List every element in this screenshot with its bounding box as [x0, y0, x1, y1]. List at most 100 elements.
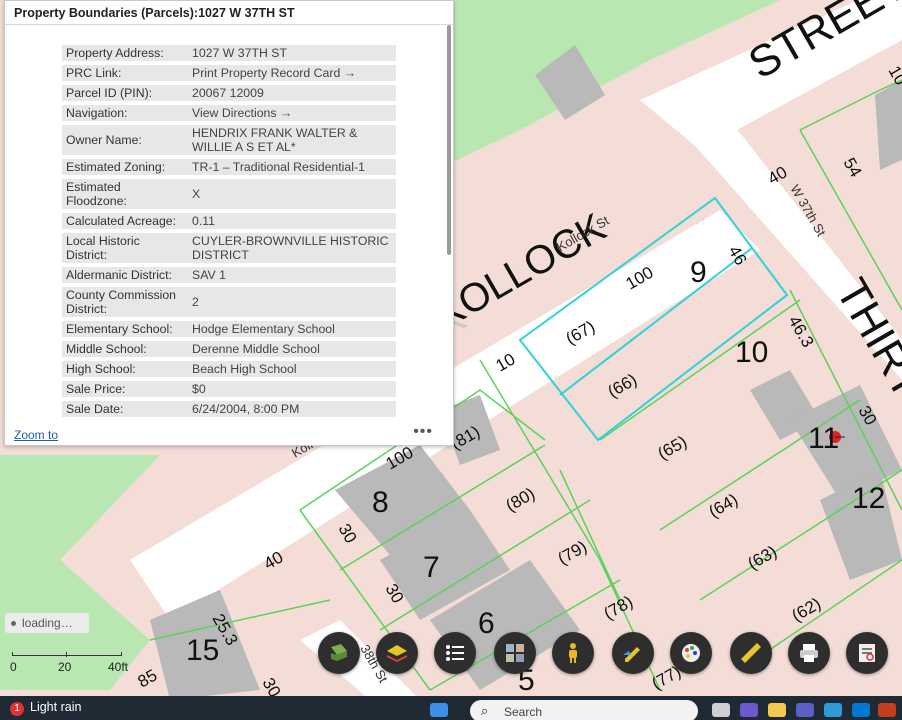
scale-tick — [66, 652, 67, 657]
loading-text: loading… — [22, 616, 73, 630]
attribute-label: Estimated Floodzone: — [62, 179, 188, 209]
attribute-value: 6/24/2004, 8:00 PM — [188, 401, 396, 417]
taskbar: 1 Light rain ⌕ Search — [0, 696, 902, 720]
lot-number: 15 — [186, 634, 219, 667]
file-explorer-icon[interactable] — [768, 703, 786, 717]
outlook-icon[interactable] — [852, 703, 870, 717]
popup-title: Property Boundaries (Parcels):1027 W 37T… — [5, 1, 453, 25]
attribute-value: Hodge Elementary School — [188, 321, 396, 337]
attribute-row: Elementary School: Hodge Elementary Schoo… — [62, 321, 396, 337]
lot-number: 8 — [372, 486, 389, 519]
attribute-label: Navigation: — [62, 105, 188, 121]
widgets-icon — [506, 644, 524, 662]
basemap-button[interactable] — [318, 632, 360, 674]
attribute-row: Estimated Zoning: TR-1 – Traditional Resi… — [62, 159, 396, 175]
attribute-link[interactable]: TR-1 – Traditional Residential-1 — [188, 159, 396, 175]
print-icon — [800, 644, 818, 662]
basemap-icon — [331, 644, 347, 661]
attribute-link[interactable]: CUYLER-BROWNVILLE HISTORIC DISTRICT — [188, 233, 396, 263]
start-icon[interactable] — [430, 703, 448, 717]
attribute-label: Parcel ID (PIN): — [62, 85, 188, 101]
measure-icon — [741, 643, 761, 663]
layers-icon — [387, 645, 407, 662]
popup-body: Property Address: 1027 W 37TH ST PRC Link:… — [5, 25, 445, 427]
attribute-label: Property Address: — [62, 45, 188, 61]
attribute-label: County Commission District: — [62, 287, 188, 317]
loading-dot-icon — [11, 621, 16, 627]
weather-widget[interactable]: 1 Light rain — [10, 700, 81, 716]
attribute-row: PRC Link: Print Property Record Card → — [62, 65, 396, 81]
scale-line — [12, 652, 122, 656]
report-icon — [859, 644, 875, 662]
office-icon[interactable] — [878, 703, 896, 717]
task-view-icon[interactable] — [712, 703, 730, 717]
attribute-link[interactable]: 20067 12009 — [188, 85, 396, 101]
popup-footer: Zoom to ••• — [5, 423, 453, 445]
popup-scrollbar[interactable] — [447, 25, 451, 255]
attribute-label: Calculated Acreage: — [62, 213, 188, 229]
scale-label: 0 — [10, 660, 17, 674]
attribute-label: Middle School: — [62, 341, 188, 357]
weather-text: Light rain — [30, 700, 82, 714]
attribute-row: Sale Price: $0 — [62, 381, 396, 397]
attribute-row: County Commission District: 2 — [62, 287, 396, 317]
edge-icon[interactable] — [824, 703, 842, 717]
attribute-label: Sale Date: — [62, 401, 188, 417]
attribute-row: Middle School: Derenne Middle School — [62, 341, 396, 357]
attribute-link[interactable]: Print Property Record Card → — [188, 65, 396, 81]
attribute-label: Owner Name: — [62, 125, 188, 155]
zoom-to-link[interactable]: Zoom to — [14, 428, 58, 442]
palette-icon — [682, 644, 700, 662]
attribute-row: Owner Name: HENDRIX FRANK WALTER & WILLIE… — [62, 125, 396, 155]
legend-icon — [446, 645, 464, 661]
attribute-label: PRC Link: — [62, 65, 188, 81]
lot-number: 7 — [423, 551, 440, 584]
scale-label: 40ft — [108, 660, 129, 674]
print-button[interactable] — [788, 632, 830, 674]
attribute-row: Aldermanic District: SAV 1 — [62, 267, 396, 283]
attribute-link[interactable]: X — [188, 179, 396, 209]
attribute-row: Calculated Acreage: 0.11 — [62, 213, 396, 229]
attribute-link[interactable]: SAV 1 — [188, 267, 396, 283]
attribute-label: Estimated Zoning: — [62, 159, 188, 175]
lot-number: 12 — [852, 482, 885, 515]
lot-number: 9 — [690, 256, 707, 289]
attribute-row: Navigation: View Directions → — [62, 105, 396, 121]
scale-label: 20 — [58, 660, 72, 674]
copilot-icon[interactable] — [740, 703, 758, 717]
taskbar-search[interactable]: ⌕ Search — [470, 700, 698, 720]
palette-button[interactable] — [670, 632, 712, 674]
attribute-label: Elementary School: — [62, 321, 188, 337]
lot-number: 6 — [478, 607, 495, 640]
more-options-icon[interactable]: ••• — [413, 423, 433, 441]
widgets-button[interactable] — [494, 632, 536, 674]
street-view-button[interactable] — [552, 632, 594, 674]
attribute-row: Sale Date: 6/24/2004, 8:00 PM — [62, 401, 396, 417]
legend-button[interactable] — [434, 632, 476, 674]
attribute-value: 1027 W 37TH ST — [188, 45, 396, 61]
search-placeholder: Search — [504, 705, 543, 719]
scale-bar: 0 20 40ft — [10, 650, 140, 678]
teams-icon[interactable] — [796, 703, 814, 717]
layers-button[interactable] — [376, 632, 418, 674]
attribute-label: High School: — [62, 361, 188, 377]
attribute-label: Aldermanic District: — [62, 267, 188, 283]
report-button[interactable] — [846, 632, 888, 674]
attribute-value: HENDRIX FRANK WALTER & WILLIE A S ET AL* — [188, 125, 396, 155]
notification-badge: 1 — [10, 702, 24, 716]
lot-number: 10 — [735, 336, 768, 369]
attribute-value: Derenne Middle School — [188, 341, 396, 357]
attribute-table: Property Address: 1027 W 37TH ST PRC Link:… — [62, 41, 396, 421]
attribute-link[interactable]: 2 — [188, 287, 396, 317]
draw-icon — [623, 647, 640, 662]
attribute-link[interactable]: View Directions → — [188, 105, 396, 121]
attribute-row: Property Address: 1027 W 37TH ST — [62, 45, 396, 61]
pegman-icon — [569, 643, 577, 663]
attribute-value: 0.11 — [188, 213, 396, 229]
parcel-popup: Property Boundaries (Parcels):1027 W 37T… — [4, 0, 454, 446]
attribute-row: Parcel ID (PIN): 20067 12009 — [62, 85, 396, 101]
measure-button[interactable] — [730, 632, 772, 674]
draw-button[interactable] — [612, 632, 654, 674]
attribute-label: Sale Price: — [62, 381, 188, 397]
attribute-row: Estimated Floodzone: X — [62, 179, 396, 209]
